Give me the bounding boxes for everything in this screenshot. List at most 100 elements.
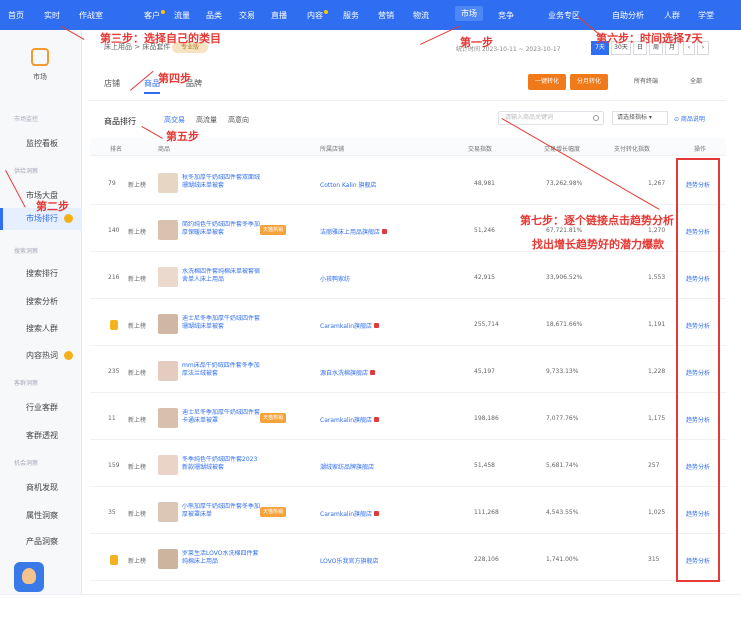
trade-index: 51,458 — [474, 462, 495, 469]
product-thumbnail[interactable] — [158, 267, 178, 287]
product-title[interactable]: 水洗棉四件套纯棉床单被套宿舍单人床上用品 — [182, 268, 260, 284]
nav-item[interactable]: 品类 — [206, 10, 222, 21]
product-title[interactable]: 秋冬加厚牛奶绒四件套双面绒珊瑚绒床单被套 — [182, 174, 260, 190]
shop-link[interactable]: 源自水洗棉旗舰店 — [320, 368, 376, 377]
col-action: 操作 — [694, 146, 707, 153]
table-row: 159 新上榜 冬季纯色牛奶绒四件套2023新款珊瑚绒被套 潮绒家纺品牌旗舰店 51,4… — [90, 440, 726, 487]
sidebar-item[interactable]: 产品洞察 — [26, 536, 58, 547]
sidebar-item[interactable]: 商机发现 — [26, 482, 58, 493]
bottom-bar — [0, 594, 741, 634]
growth-rate: 1,741.00% — [546, 556, 579, 563]
sidebar-item[interactable]: 搜索分析 — [26, 296, 58, 307]
trade-index: 255,714 — [474, 321, 499, 328]
nav-item[interactable]: 直播 — [271, 10, 287, 21]
sidebar-item[interactable]: 内容热词 — [26, 350, 73, 361]
terminal-select[interactable]: 所有终端 — [634, 76, 658, 85]
sidebar-item[interactable]: 属性洞察 — [26, 510, 58, 521]
rank-change: 新上榜 — [128, 464, 147, 471]
product-thumbnail[interactable] — [158, 314, 178, 334]
tab-shop[interactable]: 店铺 — [104, 78, 120, 89]
growth-rate: 5,681.74% — [546, 462, 579, 469]
shop-link[interactable]: LOVO乐我官方旗舰店 — [320, 556, 378, 565]
nav-item[interactable]: 自助分析 — [612, 10, 644, 21]
sidebar-item[interactable]: 客群透视 — [26, 430, 58, 441]
tmall-icon — [374, 511, 380, 516]
sidebar-item[interactable]: 监控看板 — [26, 138, 58, 149]
nav-item-market[interactable]: 市场 — [455, 6, 483, 21]
badge-icon — [64, 351, 73, 360]
conversion-index: 1,191 — [648, 321, 666, 328]
nav-item[interactable]: 首页 — [8, 10, 24, 21]
convert-button[interactable]: 一键转化 — [528, 74, 566, 90]
search-input[interactable]: 请输入商品关键词 — [498, 111, 604, 125]
col-conversion[interactable]: 支付转化指数 — [614, 144, 650, 153]
metric-select[interactable]: 请选择指标 ▾ — [612, 111, 668, 125]
nav-item[interactable]: 服务 — [343, 10, 359, 21]
product-title[interactable]: 罗莱生活LOVO水洗棉四件套纯棉床上用品 — [182, 550, 260, 566]
product-title[interactable]: 迪士尼冬季加厚牛奶绒四件套卡通床单被罩 — [182, 409, 260, 425]
product-thumbnail[interactable] — [158, 502, 178, 522]
logo-label: 市场 — [33, 73, 47, 81]
sidebar-section: 搜索洞察 — [14, 248, 39, 255]
annotation-step7a: 第七步：逐个链接点击趋势分析 — [520, 214, 674, 227]
help-link[interactable]: ⊙ 商品说明 — [674, 114, 705, 123]
subtab-traffic[interactable]: 高流量 — [196, 115, 217, 125]
monthly-convert-button[interactable]: 分月转化 — [570, 74, 608, 90]
product-thumbnail[interactable] — [158, 220, 178, 240]
product-thumbnail[interactable] — [158, 408, 178, 428]
subtab-trade[interactable]: 高交易 — [164, 115, 185, 125]
nav-item[interactable]: 人群 — [664, 10, 680, 21]
new-dot — [324, 10, 328, 14]
sidebar-item[interactable]: 搜索排行 — [26, 268, 58, 279]
product-thumbnail[interactable] — [158, 549, 178, 569]
col-trade-index[interactable]: 交易指数 — [468, 144, 492, 153]
rank: 11 — [108, 415, 116, 422]
product-title[interactable]: 简约纯色牛奶绒四件套冬季加厚保暖床单被套 — [182, 221, 260, 237]
tmall-icon — [374, 323, 380, 328]
product-title[interactable]: mm床品牛奶绒四件套冬季加厚法兰绒被套 — [182, 362, 260, 378]
rank: 140 — [108, 227, 120, 234]
shop-link[interactable]: 洁丽雅床上用品旗舰店 — [320, 227, 388, 236]
nav-item[interactable]: 竞争 — [498, 10, 514, 21]
trade-index: 42,915 — [474, 274, 495, 281]
tmall-icon — [370, 370, 376, 375]
sidebar-item[interactable]: 搜索人群 — [26, 323, 58, 334]
nav-item[interactable]: 流量 — [174, 10, 190, 21]
table-row: 35 新上榜 小熊加厚牛奶绒四件套冬季加厚被罩床单 天猫热销 Caramkalin旗舰店… — [90, 487, 726, 534]
all-select[interactable]: 全部 — [690, 76, 702, 85]
nav-item[interactable]: 物流 — [413, 10, 429, 21]
mascot-icon — [14, 562, 44, 592]
nav-item[interactable]: 作战室 — [79, 10, 103, 21]
product-thumbnail[interactable] — [158, 173, 178, 193]
shop-link[interactable]: 潮绒家纺品牌旗舰店 — [320, 462, 374, 471]
product-title[interactable]: 冬季纯色牛奶绒四件套2023新款珊瑚绒被套 — [182, 456, 260, 472]
shop-link[interactable]: Cotton Kalin 旗舰店 — [320, 180, 377, 189]
new-dot — [161, 10, 165, 14]
rank-change: 新上榜 — [128, 323, 147, 330]
nav-item[interactable]: 内容 — [307, 10, 328, 21]
shop-link[interactable]: Caramkalin旗舰店 — [320, 509, 380, 518]
product-thumbnail[interactable] — [158, 455, 178, 475]
nav-item[interactable]: 学堂 — [698, 10, 714, 21]
shop-link[interactable]: Caramkalin旗舰店 — [320, 415, 380, 424]
nav-item[interactable]: 实时 — [44, 10, 60, 21]
product-thumbnail[interactable] — [158, 361, 178, 381]
trade-index: 111,268 — [474, 509, 499, 516]
shop-link[interactable]: 小孩鸭家纺 — [320, 274, 350, 283]
nav-item[interactable]: 客户 — [144, 10, 165, 21]
sidebar-item[interactable]: 行业客群 — [26, 402, 58, 413]
annotation-step3: 第三步：选择自己的类目 — [100, 32, 221, 45]
shop-link[interactable]: Caramkalin旗舰店 — [320, 321, 380, 330]
nav-item[interactable]: 营销 — [378, 10, 394, 21]
col-rank: 排名 — [110, 146, 123, 153]
product-title[interactable]: 小熊加厚牛奶绒四件套冬季加厚被罩床单 — [182, 503, 260, 519]
product-title[interactable]: 迪士尼冬季加厚牛奶绒四件套珊瑚绒床单被套 — [182, 315, 260, 331]
growth-rate: 33,906.52% — [546, 274, 583, 281]
nav-item[interactable]: 交易 — [239, 10, 255, 21]
growth-rate: 18,671.66% — [546, 321, 583, 328]
subtab-intent[interactable]: 高意向 — [228, 115, 249, 125]
tmall-icon — [382, 229, 388, 234]
hot-tag: 天猫热销 — [260, 507, 287, 517]
nav-item[interactable]: 业务专区 — [548, 10, 580, 21]
rank-change: 新上榜 — [128, 182, 147, 189]
